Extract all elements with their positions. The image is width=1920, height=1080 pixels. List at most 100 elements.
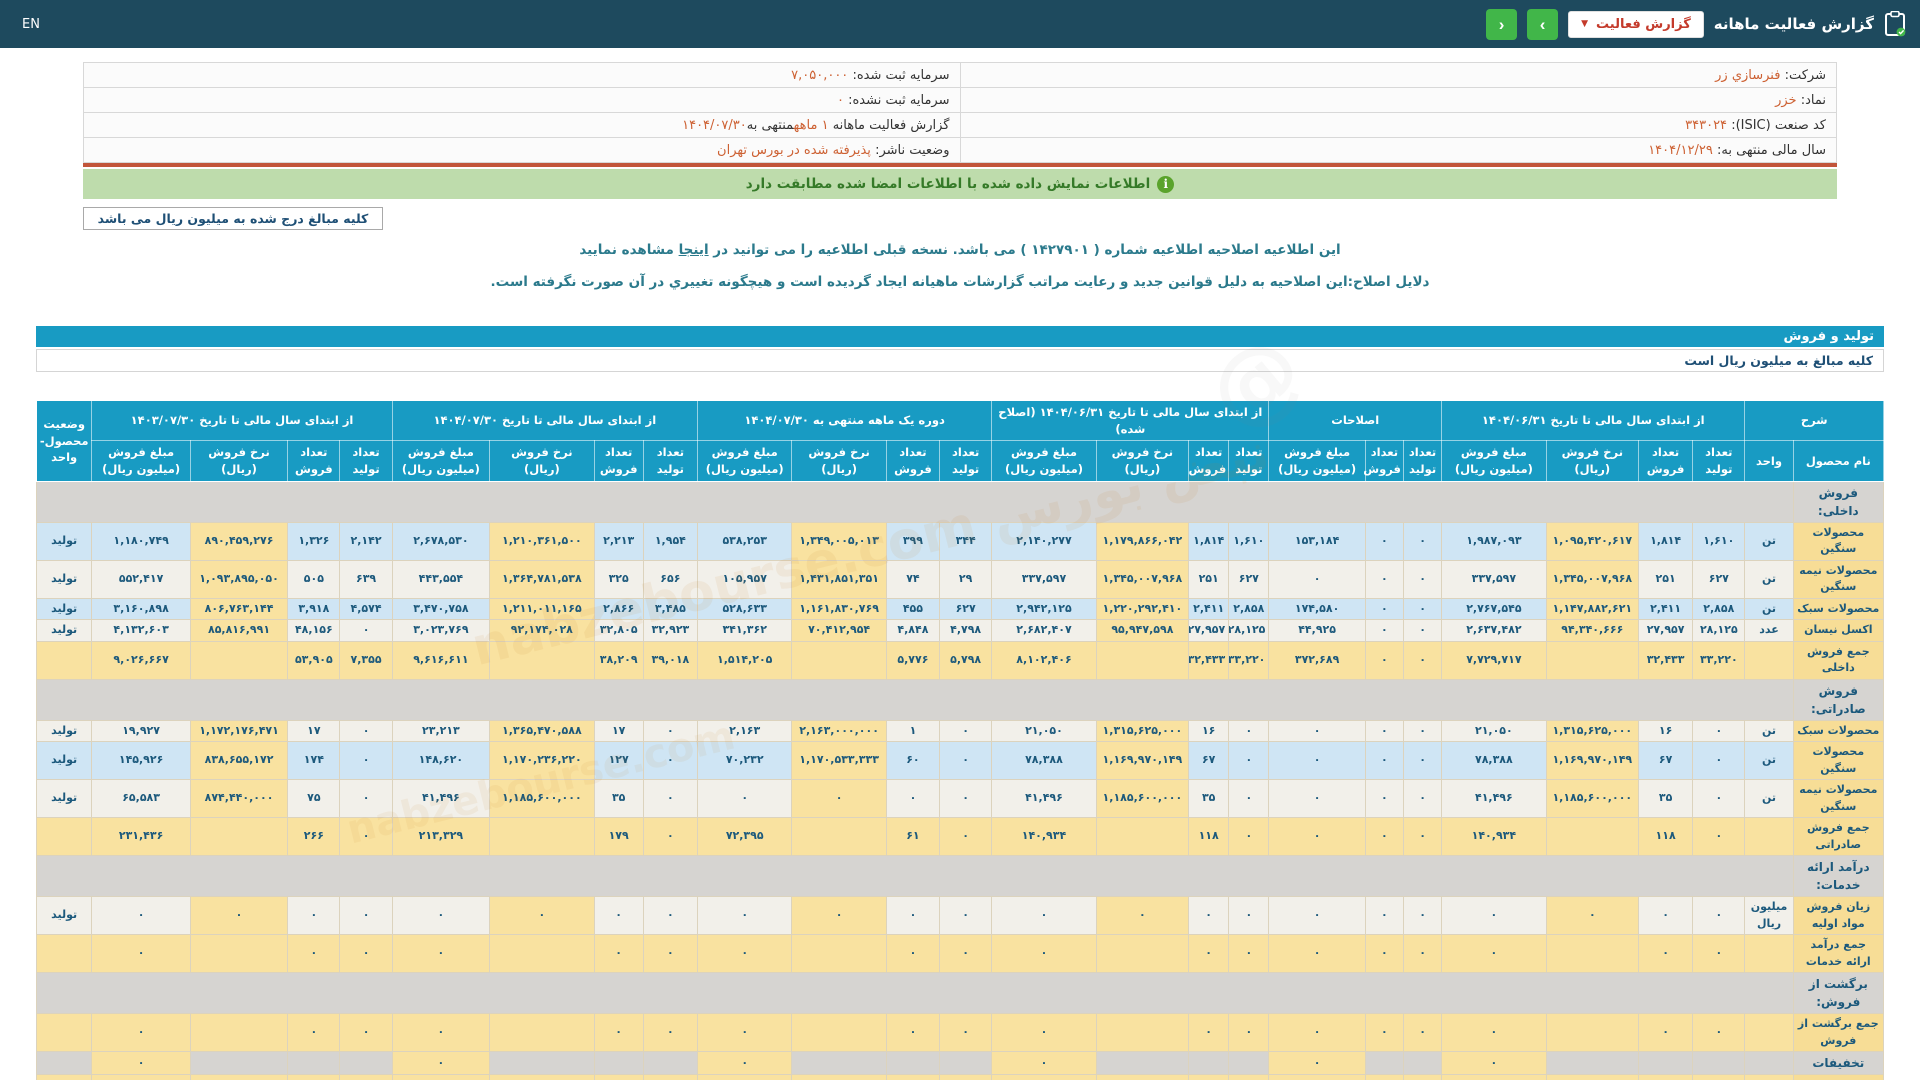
cell-status <box>37 935 92 973</box>
cell-corr-sale-rate: ۱,۲۲۰,۲۹۲,۴۱۰ <box>1096 598 1188 620</box>
cell-corr-sale-amount: ۸,۲۴۳,۳۴۰ <box>992 1075 1096 1080</box>
cell-py-sale-amount: ۵۵۲,۴۱۷ <box>92 560 190 598</box>
cell-ytd-sale-amount: ۳,۰۲۳,۷۶۹ <box>392 620 489 642</box>
cell-month-prod-qty: ۰ <box>940 818 992 856</box>
cell-py-sale-rate: ۸۳۸,۶۵۵,۱۷۲ <box>190 742 287 780</box>
cell-ytd-sale-rate: ۱,۲۱۱,۰۱۱,۱۶۵ <box>490 598 594 620</box>
table-row: فروش داخلی: <box>37 481 1884 522</box>
cell-prev-sale-qty: ۳۲,۵۵۱ <box>1638 1075 1692 1080</box>
cell-prev-sale-rate <box>1546 1052 1638 1075</box>
cell-unit: عدد <box>1745 620 1793 642</box>
cell-prev-sale-amount: ۰ <box>1442 935 1546 973</box>
cell-py-sale-amount: ۰ <box>92 897 190 935</box>
section-filler <box>37 856 1794 897</box>
correction-notice: این اطلاعیه اصلاحیه اطلاعیه شماره ( ۱۴۲۷… <box>0 242 1920 258</box>
previous-version-link[interactable]: اینجا <box>679 242 709 258</box>
cell-status: تولید <box>37 897 92 935</box>
cell-py-sale-qty: ۲۶۶ <box>288 818 340 856</box>
cell-prev-prod-qty: ۲۸,۱۲۵ <box>1693 620 1745 642</box>
cell-adj-sale-qty: ۰ <box>1365 620 1403 642</box>
cell-corr-sale-amount: ۰ <box>992 897 1096 935</box>
cell-py-sale-rate: ۱,۱۷۲,۱۷۶,۴۷۱ <box>190 720 287 742</box>
cell-py-sale-qty: ۵۰۵ <box>288 560 340 598</box>
cell-ytd-sale-rate: ۱,۱۷۰,۲۳۶,۲۲۰ <box>490 742 594 780</box>
cell-ytd-prod-qty: ۳۲,۹۲۳ <box>643 620 697 642</box>
cell-month-prod-qty: ۵,۷۹۸ <box>940 641 992 679</box>
cell-corr-sale-rate <box>1096 1075 1188 1080</box>
header-group-month: دوره یک ماهه منتهی به ۱۴۰۴/۰۷/۳۰ <box>697 401 991 441</box>
cell-ytd-sale-qty: ۳۸,۲۰۹ <box>594 641 643 679</box>
cell-py-sale-amount: ۶۵,۵۸۳ <box>92 780 190 818</box>
cell-ytd-prod-qty: ۰ <box>643 720 697 742</box>
cell-month-sale-amount: ۰ <box>697 1014 791 1052</box>
cell-month-sale-qty: ۷۴ <box>886 560 939 598</box>
cell-py-sale-qty: ۰ <box>288 897 340 935</box>
cell-corr-prod-qty: ۳۳,۲۲۰ <box>1229 641 1269 679</box>
cell-corr-prod-qty: ۱,۶۱۰ <box>1229 522 1269 560</box>
cell-ytd-sale-rate: ۱,۱۸۵,۶۰۰,۰۰۰ <box>490 780 594 818</box>
cell-ytd-sale-qty: ۳۲۵ <box>594 560 643 598</box>
cell-month-sale-rate: ۷۰,۴۱۲,۹۵۴ <box>792 620 886 642</box>
cell-corr-sale-qty: ۶۷ <box>1189 742 1229 780</box>
language-toggle[interactable]: EN <box>22 17 40 32</box>
header-adj-sale-qty: تعداد فروش <box>1365 441 1403 481</box>
cell-adj-sale-qty: ۰ <box>1365 1075 1403 1080</box>
header-adj-sale-amount: مبلغ فروش (میلیون ریال) <box>1269 441 1365 481</box>
cell-prev-prod-qty: ۰ <box>1693 935 1745 973</box>
cell-adj-prod-qty: ۰ <box>1403 598 1441 620</box>
cell-py-prod-qty: ۲,۱۴۲ <box>340 522 392 560</box>
cell-ytd-sale-rate <box>490 1052 594 1075</box>
cell-ytd-sale-amount: ۴۴۳,۵۵۴ <box>392 560 489 598</box>
section-label: فروش صادراتی: <box>1793 679 1883 720</box>
cell-adj-prod-qty: ۰ <box>1403 522 1441 560</box>
cell-adj-sale-amount: ۰ <box>1269 897 1365 935</box>
cell-adj-sale-qty: ۰ <box>1365 935 1403 973</box>
cell-py-sale-qty: ۱۷ <box>288 720 340 742</box>
cell-py-sale-rate: ۱,۰۹۳,۸۹۵,۰۵۰ <box>190 560 287 598</box>
cell-product-name: محصولات سنگین <box>1793 522 1883 560</box>
cell-prev-prod-qty <box>1693 1052 1745 1075</box>
cell-corr-prod-qty: ۰ <box>1229 935 1269 973</box>
cell-month-sale-qty: ۴۵۵ <box>886 598 939 620</box>
cell-month-sale-qty: ۰ <box>886 897 939 935</box>
cell-py-sale-amount: ۱,۱۸۰,۷۴۹ <box>92 522 190 560</box>
cell-unit: تن <box>1745 522 1793 560</box>
cell-adj-prod-qty: ۰ <box>1403 620 1441 642</box>
cell-adj-sale-qty: ۰ <box>1365 522 1403 560</box>
cell-month-sale-rate: ۱,۴۳۱,۸۵۱,۳۵۱ <box>792 560 886 598</box>
cell-prev-sale-rate <box>1546 818 1638 856</box>
cell-month-sale-rate: ۱,۱۷۰,۵۳۳,۳۳۳ <box>792 742 886 780</box>
header-py-prod-qty: تعداد تولید <box>340 441 392 481</box>
cell-product-name: جمع <box>1793 1075 1883 1080</box>
cell-corr-sale-amount: ۲,۶۸۲,۴۰۷ <box>992 620 1096 642</box>
cell-corr-sale-rate: ۱,۱۸۵,۶۰۰,۰۰۰ <box>1096 780 1188 818</box>
cell-py-prod-qty: ۰ <box>340 620 392 642</box>
cell-month-sale-rate <box>792 1052 886 1075</box>
info-icon: i <box>1157 176 1174 193</box>
header-group-prev: از ابتدای سال مالی تا تاریخ ۱۴۰۴/۰۶/۳۱ <box>1442 401 1745 441</box>
report-type-dropdown[interactable]: گزارش فعالیت ▼ <box>1568 11 1704 38</box>
cell-unit <box>1745 641 1793 679</box>
cell-adj-prod-qty: ۰ <box>1403 742 1441 780</box>
cell-corr-sale-rate: ۹۵,۹۴۷,۵۹۸ <box>1096 620 1188 642</box>
cell-corr-sale-amount: ۲,۹۴۲,۱۲۵ <box>992 598 1096 620</box>
cell-prev-prod-qty: ۰ <box>1693 742 1745 780</box>
header-adj-prod-qty: تعداد تولید <box>1403 441 1441 481</box>
cell-adj-sale-qty <box>1365 1052 1403 1075</box>
cell-adj-sale-qty: ۰ <box>1365 1014 1403 1052</box>
cell-corr-prod-qty: ۰ <box>1229 818 1269 856</box>
cell-py-sale-rate <box>190 818 287 856</box>
cell-product-name: محصولات سبک <box>1793 598 1883 620</box>
cell-ytd-sale-amount: ۰ <box>392 1014 489 1052</box>
cell-month-sale-amount: ۷۲,۳۹۵ <box>697 818 791 856</box>
cell-corr-sale-qty: ۱۱۸ <box>1189 818 1229 856</box>
nav-forward-button[interactable]: › <box>1527 9 1558 40</box>
cell-py-prod-qty: ۰ <box>340 897 392 935</box>
nav-back-button[interactable]: ‹ <box>1486 9 1517 40</box>
cell-product-name: جمع فروش داخلی <box>1793 641 1883 679</box>
cell-prev-prod-qty: ۱,۶۱۰ <box>1693 522 1745 560</box>
cell-prev-prod-qty: ۰ <box>1693 897 1745 935</box>
cell-corr-sale-amount: ۲۱,۰۵۰ <box>992 720 1096 742</box>
symbol-cell: نماد: خزر <box>960 88 1837 113</box>
cell-prev-sale-qty: ۲,۴۱۱ <box>1638 598 1692 620</box>
